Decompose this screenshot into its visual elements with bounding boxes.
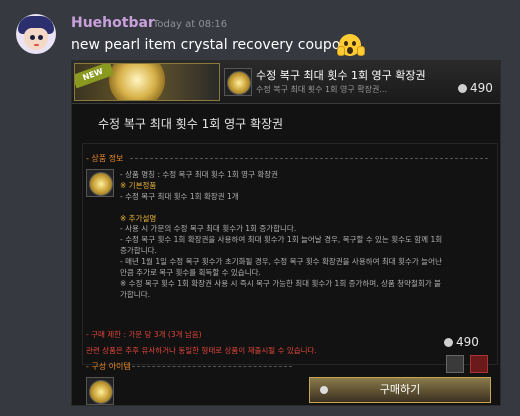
coin-icon: [89, 172, 113, 196]
additional-line: 가합니다.: [120, 290, 150, 299]
cart-button[interactable]: [470, 355, 488, 373]
header-price: 490: [458, 81, 493, 95]
additional-line: - 매년 1월 1일 수정 복구 횟수가 초기화될 경우, 수정 복구 횟수 확…: [120, 257, 442, 266]
message-text: new pearl item crystal recovery coupon: [71, 37, 350, 53]
additional-line: ※ 수정 복구 횟수 1회 확장권 사용 시 즉시 복구 가능한 최대 횟수가 …: [120, 279, 441, 288]
avatar-eye-right: [38, 35, 43, 40]
item-thumbnail: [224, 68, 252, 96]
purchase-limit: - 구매 제한 : 가문 당 3개 (3개 남음): [86, 330, 202, 339]
screaming-face-icon: [337, 34, 365, 56]
avatar-face: [24, 28, 48, 50]
additional-line: 증가합니다.: [120, 246, 157, 255]
coin-icon: [109, 64, 165, 100]
pearl-icon: [320, 386, 328, 394]
composition-item-icon[interactable]: [86, 377, 114, 405]
legal-notice: 관련 상품은 추후 유사하거나 동일한 형태로 상품이 재출시될 수 있습니다.: [86, 346, 317, 355]
user-avatar[interactable]: [16, 14, 56, 54]
item-header-bar: NEW 수정 복구 최대 횟수 1회 영구 확장권 수정 복구 최대 횟수 1회…: [72, 61, 500, 104]
game-screenshot[interactable]: NEW 수정 복구 최대 횟수 1회 영구 확장권 수정 복구 최대 횟수 1회…: [71, 60, 501, 406]
section-divider: [132, 366, 292, 368]
username[interactable]: Huehotbar: [71, 15, 155, 31]
info-line: ※ 기본정품: [120, 181, 157, 190]
pearl-icon: [444, 338, 453, 347]
gift-button[interactable]: [446, 355, 464, 373]
composition-label: - 구성 아이템: [86, 362, 131, 371]
pearl-icon: [458, 84, 467, 93]
item-banner-image: NEW: [74, 63, 220, 101]
info-line: - 상품 명칭 : 수정 복구 최대 횟수 1회 영구 확장권: [120, 170, 279, 179]
additional-line: 만큼 추가로 복구 횟수를 획득할 수 있습니다.: [120, 268, 261, 277]
coin-icon: [227, 71, 251, 95]
additional-line: - 수정 복구 횟수 1회 확장권을 사용하여 최대 횟수가 1회 늘어날 경우…: [120, 235, 443, 244]
section-divider: [130, 158, 488, 160]
product-icon: [86, 169, 114, 197]
buy-button[interactable]: 구매하기: [309, 377, 491, 403]
avatar-eye-left: [30, 35, 35, 40]
item-subtitle: 수정 복구 최대 횟수 1회 영구 확장권...: [256, 85, 388, 94]
message-timestamp: Today at 08:16: [153, 19, 228, 30]
new-badge: NEW: [75, 64, 115, 89]
detail-title: 수정 복구 최대 횟수 1회 영구 확장권: [98, 117, 284, 131]
coin-icon: [89, 380, 113, 404]
item-title: 수정 복구 최대 횟수 1회 영구 확장권: [256, 69, 426, 82]
product-info-label: - 상품 정보: [86, 154, 124, 163]
info-line: - 수정 복구 최대 횟수 1회 확장권 1개: [120, 192, 239, 201]
additional-line: - 사용 시 가문의 수정 복구 최대 횟수가 1회 증가합니다.: [120, 224, 297, 233]
avatar-mouth: [34, 44, 39, 46]
bottom-price: 490: [444, 335, 479, 349]
